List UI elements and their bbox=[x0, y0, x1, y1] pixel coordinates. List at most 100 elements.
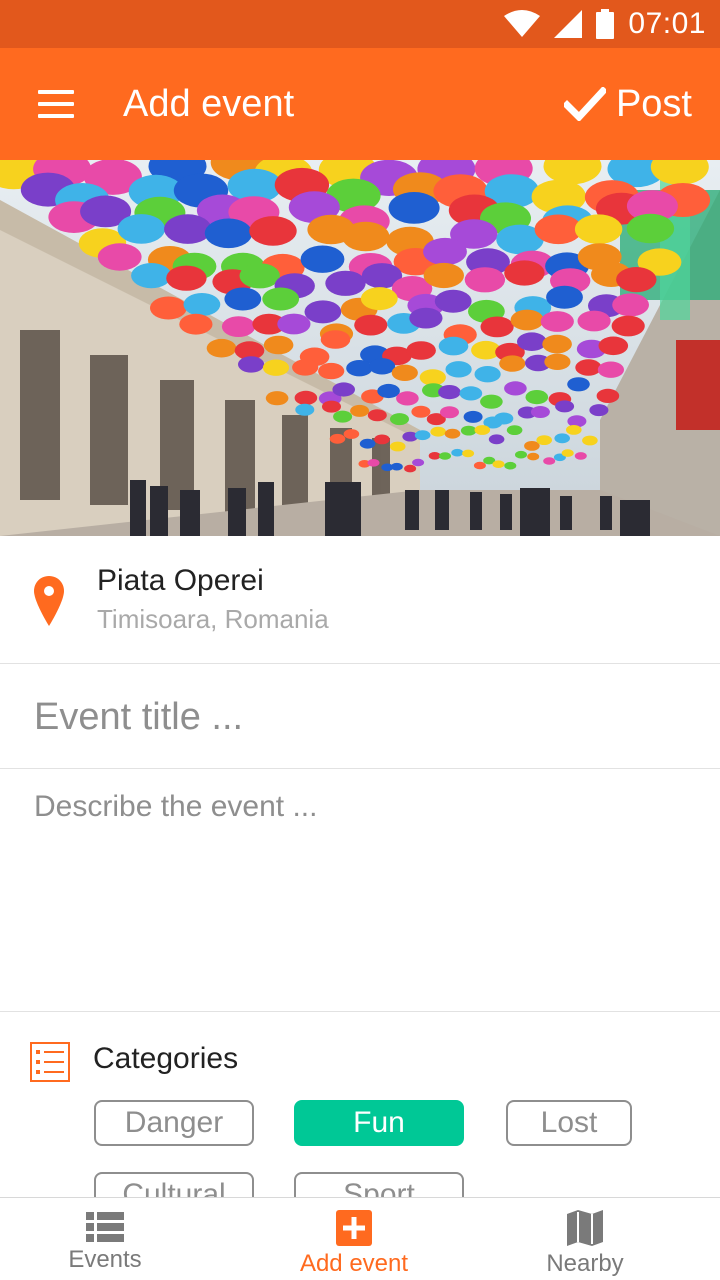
umbrella bbox=[183, 293, 221, 316]
umbrella bbox=[325, 270, 366, 296]
app-bar: Add event Post bbox=[0, 48, 720, 160]
umbrella bbox=[350, 404, 370, 417]
umbrella bbox=[150, 296, 187, 320]
chip-label: Lost bbox=[540, 1106, 598, 1139]
page-title: Add event bbox=[123, 83, 295, 125]
event-title-row bbox=[0, 665, 720, 769]
location-pin-icon bbox=[34, 576, 64, 626]
umbrella bbox=[612, 293, 649, 317]
wifi-icon bbox=[504, 10, 541, 37]
umbrella bbox=[343, 429, 360, 439]
umbrella bbox=[589, 404, 609, 417]
umbrella bbox=[473, 461, 486, 470]
umbrella bbox=[554, 433, 570, 444]
umbrella bbox=[596, 388, 620, 403]
menu-icon-line bbox=[38, 102, 74, 106]
umbrella bbox=[474, 366, 501, 383]
nav-label-nearby: Nearby bbox=[546, 1250, 624, 1277]
nav-item-add-event[interactable]: Add event bbox=[284, 1198, 424, 1280]
umbrella bbox=[504, 381, 527, 396]
umbrella bbox=[409, 307, 443, 329]
category-chip-cultural[interactable]: Cultural bbox=[94, 1172, 254, 1198]
checkmark-icon bbox=[563, 87, 606, 121]
umbrella bbox=[294, 390, 318, 405]
umbrella bbox=[474, 425, 491, 435]
umbrella bbox=[360, 287, 398, 311]
umbrella bbox=[428, 452, 441, 460]
category-chip-lost[interactable]: Lost bbox=[506, 1100, 632, 1146]
category-chip-fun[interactable]: Fun bbox=[294, 1100, 464, 1146]
umbrella bbox=[131, 263, 172, 289]
umbrella bbox=[179, 313, 213, 335]
nav-item-events[interactable]: Events bbox=[50, 1198, 160, 1280]
umbrella bbox=[504, 260, 545, 286]
map-icon bbox=[567, 1210, 603, 1246]
status-time: 07:01 bbox=[628, 7, 706, 40]
umbrella bbox=[597, 361, 625, 378]
umbrella bbox=[626, 213, 675, 244]
umbrella bbox=[488, 434, 505, 445]
umbrella bbox=[543, 457, 556, 465]
umbrella bbox=[277, 313, 311, 335]
chip-label: Cultural bbox=[122, 1178, 226, 1198]
location-name: Piata Operei bbox=[97, 564, 264, 597]
umbrella bbox=[566, 425, 582, 435]
category-chip-sport[interactable]: Sport bbox=[294, 1172, 464, 1198]
location-row[interactable]: Piata Operei Timisoara, Romania bbox=[0, 536, 720, 664]
umbrella bbox=[574, 452, 587, 460]
umbrella bbox=[504, 461, 517, 470]
umbrella bbox=[320, 330, 351, 349]
umbrella bbox=[262, 359, 290, 376]
umbrella bbox=[540, 311, 574, 332]
list-icon bbox=[86, 1212, 124, 1242]
battery-icon bbox=[596, 9, 615, 39]
umbrella bbox=[404, 464, 417, 473]
umbrella bbox=[329, 433, 346, 444]
umbrella bbox=[574, 214, 623, 244]
chip-label: Fun bbox=[353, 1106, 405, 1139]
umbrella bbox=[346, 360, 373, 377]
umbrella bbox=[616, 267, 657, 293]
event-photo[interactable] bbox=[0, 160, 720, 536]
umbrella bbox=[166, 265, 207, 291]
umbrella bbox=[530, 406, 550, 418]
umbrella bbox=[438, 336, 469, 356]
nav-item-nearby[interactable]: Nearby bbox=[530, 1198, 640, 1280]
nav-label-add-event: Add event bbox=[299, 1250, 409, 1277]
umbrella bbox=[419, 369, 446, 386]
menu-button[interactable] bbox=[38, 90, 74, 118]
umbrella bbox=[463, 410, 483, 423]
chip-label: Danger bbox=[124, 1106, 224, 1139]
status-icons: 07:01 bbox=[504, 0, 706, 48]
event-photo-illustration bbox=[0, 160, 720, 536]
post-label: Post bbox=[615, 82, 692, 125]
umbrella bbox=[492, 460, 505, 469]
status-bar: 07:01 bbox=[0, 0, 720, 48]
chip-label: Sport bbox=[343, 1178, 415, 1198]
post-button[interactable]: Post bbox=[563, 48, 692, 160]
umbrella bbox=[525, 390, 549, 405]
description-row bbox=[0, 770, 720, 1012]
umbrella bbox=[561, 449, 574, 457]
umbrella bbox=[204, 218, 253, 249]
umbrella bbox=[430, 426, 447, 437]
bottom-navigation: Events Add event Nearby bbox=[0, 1197, 720, 1280]
umbrella bbox=[611, 315, 645, 337]
umbrella bbox=[567, 377, 590, 392]
umbrella bbox=[367, 459, 380, 467]
umbrella bbox=[342, 221, 390, 252]
umbrella bbox=[265, 391, 289, 406]
umbrella bbox=[423, 262, 464, 289]
category-chip-danger[interactable]: Danger bbox=[94, 1100, 254, 1146]
event-description-input[interactable] bbox=[34, 790, 684, 990]
umbrella bbox=[434, 289, 472, 313]
umbrella bbox=[423, 237, 467, 266]
umbrella bbox=[406, 341, 436, 360]
umbrella bbox=[577, 310, 611, 332]
umbrella bbox=[480, 394, 503, 409]
umbrella bbox=[295, 403, 315, 416]
event-title-input[interactable] bbox=[34, 665, 684, 769]
umbrella bbox=[391, 364, 418, 381]
umbrella bbox=[117, 214, 165, 244]
umbrella bbox=[527, 452, 540, 461]
